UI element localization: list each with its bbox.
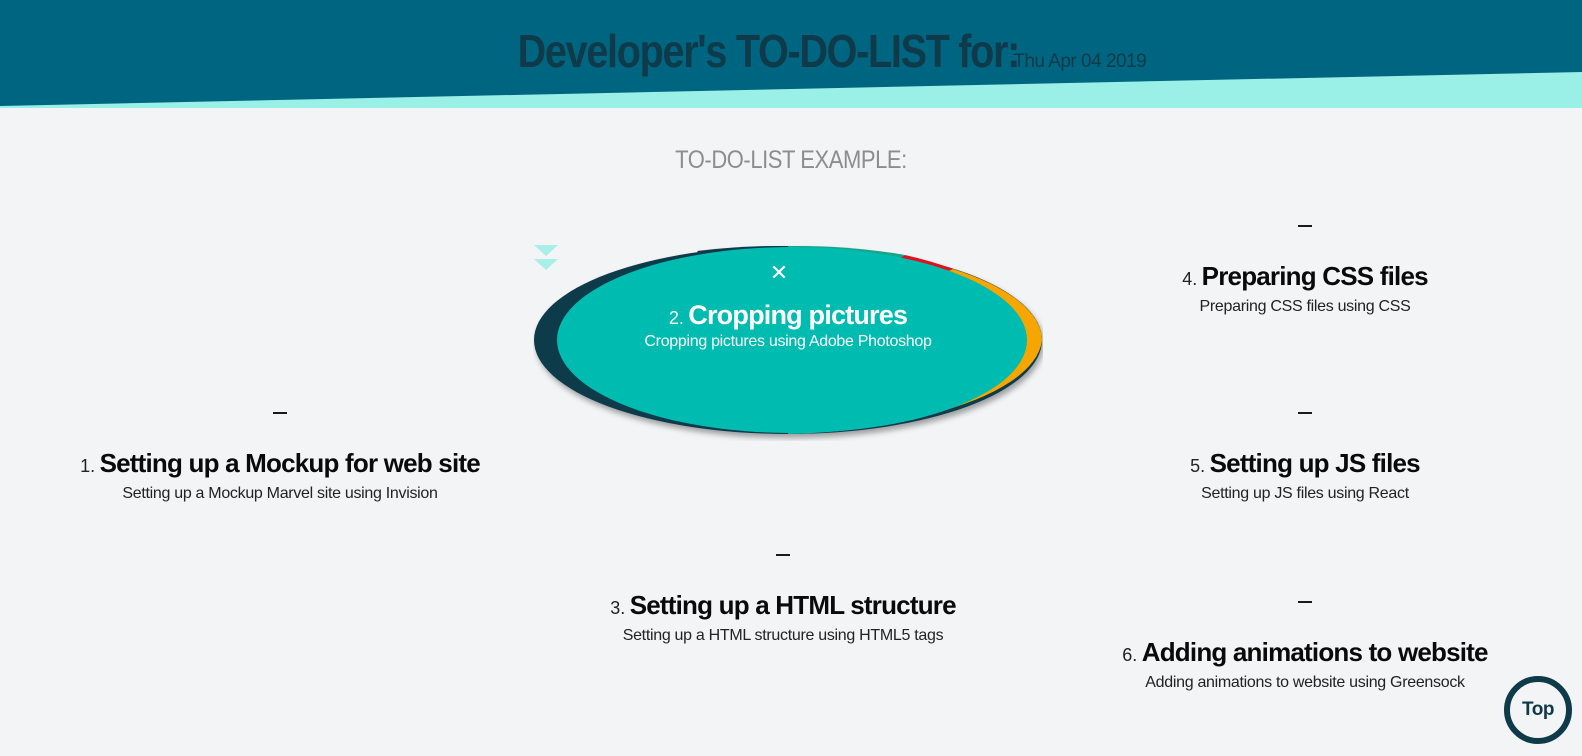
task-description: Cropping pictures using Adobe Photoshop bbox=[644, 333, 932, 350]
task-number: 1. bbox=[80, 456, 96, 476]
page-header: Developer's TO-DO-LIST for: Thu Apr 04 2… bbox=[0, 24, 1582, 78]
header-date: Thu Apr 04 2019 bbox=[1013, 51, 1147, 72]
task-item-4[interactable]: 4. Preparing CSS files Preparing CSS fil… bbox=[1105, 225, 1505, 316]
scroll-top-button[interactable]: Top bbox=[1504, 676, 1572, 744]
task-title: Setting up JS files bbox=[1209, 448, 1421, 478]
task-description: Setting up a HTML structure using HTML5 … bbox=[622, 627, 944, 644]
close-icon[interactable]: ✕ bbox=[769, 262, 789, 284]
task-title: Adding animations to website bbox=[1141, 637, 1489, 667]
task-number: 3. bbox=[610, 598, 626, 618]
task-separator bbox=[776, 554, 790, 556]
header-title: Developer's TO-DO-LIST for: bbox=[517, 25, 1020, 77]
double-chevron-down-icon[interactable] bbox=[533, 243, 559, 273]
task-title: Cropping pictures bbox=[688, 300, 908, 330]
task-description: Adding animations to website using Green… bbox=[1145, 674, 1465, 691]
task-separator bbox=[273, 412, 287, 414]
task-title: Preparing CSS files bbox=[1201, 261, 1429, 291]
task-description: Setting up a Mockup Marvel site using In… bbox=[122, 485, 438, 502]
task-separator bbox=[1298, 225, 1312, 227]
task-title: Setting up a HTML structure bbox=[629, 590, 957, 620]
task-item-3[interactable]: 3. Setting up a HTML structure Setting u… bbox=[583, 554, 983, 645]
task-number: 2. bbox=[668, 308, 684, 328]
task-item-5[interactable]: 5. Setting up JS files Setting up JS fil… bbox=[1105, 412, 1505, 503]
task-item-1[interactable]: 1. Setting up a Mockup for web site Sett… bbox=[80, 412, 481, 503]
task-number: 6. bbox=[1122, 645, 1138, 665]
task-separator bbox=[1298, 412, 1312, 414]
task-separator bbox=[1298, 601, 1312, 603]
task-title: Setting up a Mockup for web site bbox=[99, 448, 481, 478]
task-item-2-active[interactable]: ✕ 2. Cropping pictures Cropping pictures… bbox=[533, 243, 1043, 441]
page: Developer's TO-DO-LIST for: Thu Apr 04 2… bbox=[0, 0, 1582, 756]
task-item-6[interactable]: 6. Adding animations to website Adding a… bbox=[1085, 601, 1525, 692]
task-number: 5. bbox=[1190, 456, 1206, 476]
task-description: Setting up JS files using React bbox=[1201, 485, 1409, 502]
task-number: 4. bbox=[1182, 269, 1198, 289]
section-title: TO-DO-LIST EXAMPLE: bbox=[675, 146, 907, 174]
task-description: Preparing CSS files using CSS bbox=[1199, 298, 1411, 315]
